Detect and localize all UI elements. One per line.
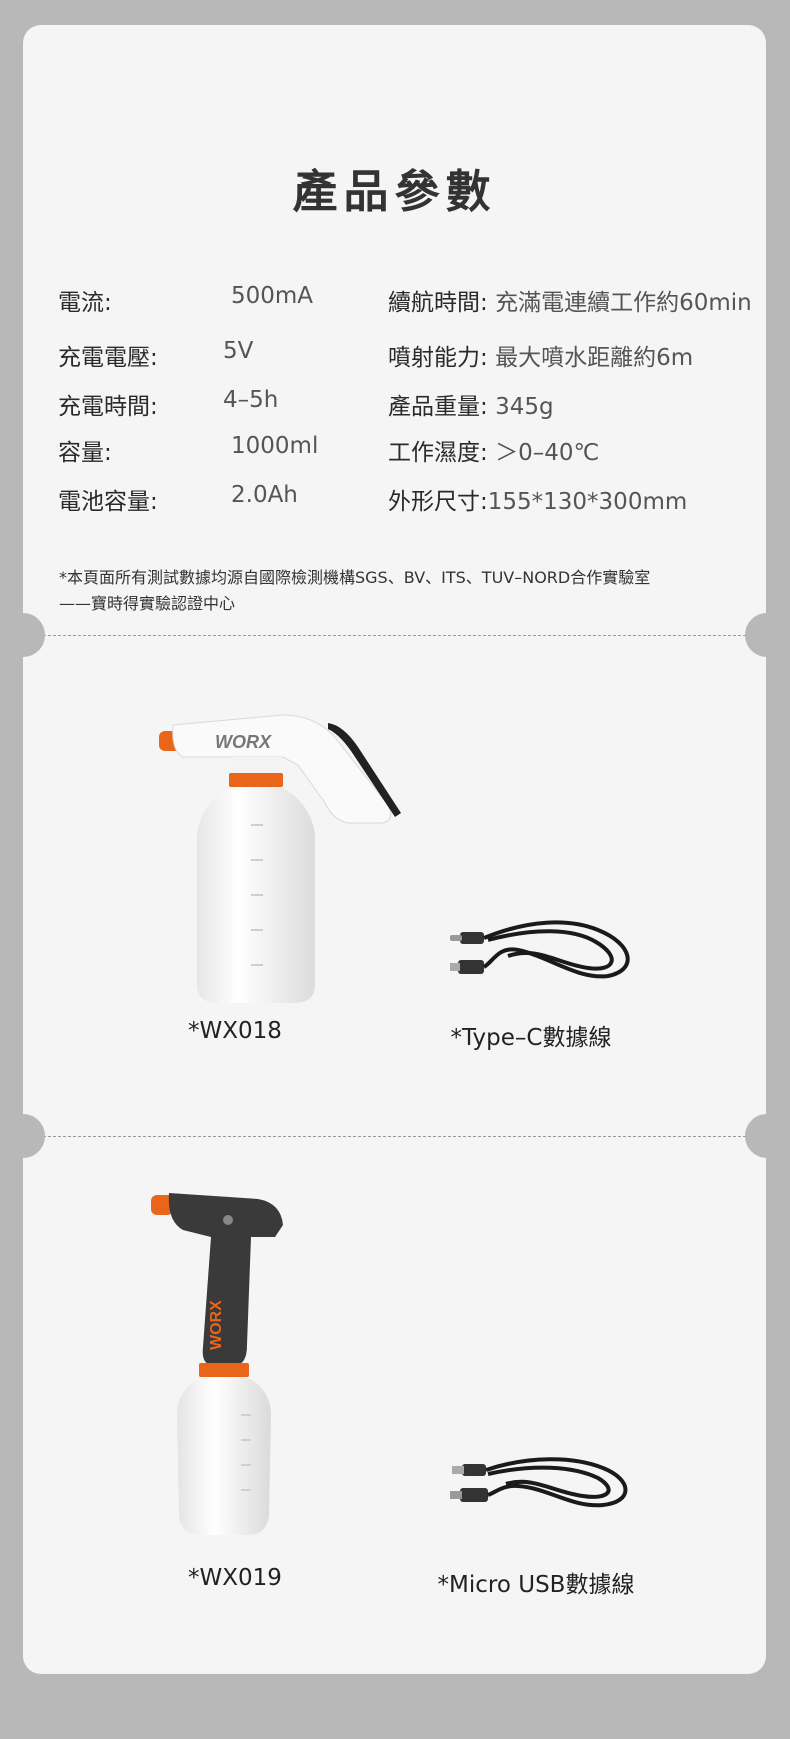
spec-label: 外形尺寸: <box>388 489 488 515</box>
micro-usb-cable-image <box>450 1457 628 1508</box>
product-caption-micro-usb: *Micro USB數據線 <box>437 1572 635 1598</box>
ticket-notch-right <box>745 1114 789 1158</box>
wx018-sprayer-image: WORX <box>159 714 401 1003</box>
section-divider <box>23 635 766 636</box>
product-spec-card: 產品參數 電流: 500mA 充電電壓: 5V 充電時間: 4–5h 容量: 1… <box>23 25 766 1674</box>
spec-value: 充滿電連續工作約60min <box>495 290 752 316</box>
spec-value: 5V <box>223 338 254 364</box>
spec-runtime: 續航時間: 充滿電連續工作約60min <box>388 283 752 317</box>
spec-label: 電池容量: <box>58 489 158 515</box>
ticket-notch-left <box>1 1114 45 1158</box>
spec-value: 345g <box>495 394 554 420</box>
spec-label: 充電時間: <box>58 394 158 420</box>
spec-label: 電流: <box>58 290 112 316</box>
spec-label: 產品重量: <box>388 394 488 420</box>
spec-label: 充電電壓: <box>58 345 158 371</box>
spec-charge-voltage: 充電電壓: <box>58 338 158 372</box>
typec-cable-image <box>450 920 630 979</box>
spec-spray: 噴射能力: 最大噴水距離約6m <box>388 338 693 372</box>
spec-value: 4–5h <box>223 387 279 413</box>
footnote-line: ——寶時得實驗認證中心 <box>59 594 236 613</box>
spec-value: 500mA <box>231 283 314 309</box>
product-caption-wx018: *WX018 <box>188 1018 282 1044</box>
spec-label: 續航時間: <box>388 290 488 316</box>
ticket-notch-left <box>1 613 45 657</box>
spec-battery-capacity: 電池容量: <box>58 482 158 516</box>
spec-current: 電流: <box>58 283 112 317</box>
spec-value: 最大噴水距離約6m <box>495 345 694 371</box>
wx019-sprayer-image: WORX <box>151 1193 283 1535</box>
worx-logo: WORX <box>215 732 272 752</box>
spec-value: ＞0–40℃ <box>495 440 600 466</box>
footnote: *本頁面所有測試數據均源自國際檢測機構SGS、BV、ITS、TUV–NORD合作… <box>59 565 650 617</box>
spec-label: 噴射能力: <box>388 345 488 371</box>
product-caption-typec: *Type–C數據線 <box>450 1025 612 1051</box>
ticket-notch-right <box>745 613 789 657</box>
page-title: 產品參數 <box>292 165 497 218</box>
footnote-line: *本頁面所有測試數據均源自國際檢測機構SGS、BV、ITS、TUV–NORD合作… <box>59 568 651 587</box>
spec-humidity: 工作濕度: ＞0–40℃ <box>388 433 599 467</box>
spec-value: 2.0Ah <box>231 482 298 508</box>
spec-dimensions: 外形尺寸:155*130*300mm <box>388 482 687 516</box>
worx-logo: WORX <box>208 1300 225 1350</box>
spec-label: 容量: <box>58 440 112 466</box>
section-divider <box>23 1136 766 1137</box>
spec-charge-time: 充電時間: <box>58 387 158 421</box>
spec-weight: 產品重量: 345g <box>388 387 554 421</box>
spec-label: 工作濕度: <box>388 440 488 466</box>
spec-capacity: 容量: <box>58 433 112 467</box>
spec-value: 1000ml <box>231 433 319 459</box>
product-caption-wx019: *WX019 <box>188 1565 282 1591</box>
spec-value: 155*130*300mm <box>487 489 688 515</box>
